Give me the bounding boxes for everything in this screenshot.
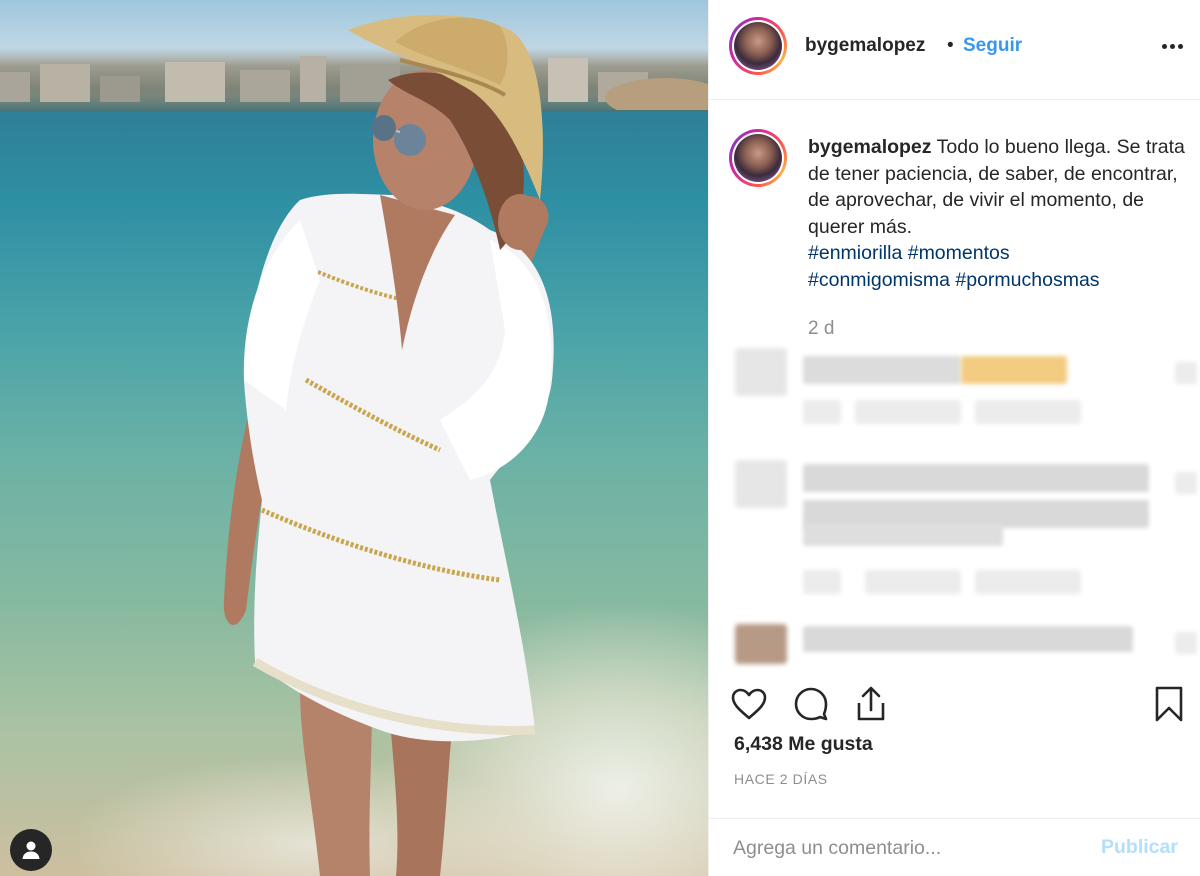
comment-bar: Publicar: [709, 818, 1200, 876]
comment-meta-blurred: [975, 400, 1081, 424]
comment-avatar[interactable]: [735, 624, 787, 664]
comment-meta-blurred: [975, 570, 1081, 594]
comment-input[interactable]: [733, 833, 1073, 863]
post-timestamp: HACE 2 DÍAS: [734, 771, 828, 787]
hashtag-link[interactable]: #enmiorilla: [808, 242, 902, 264]
comment-avatar[interactable]: [735, 460, 787, 508]
comment-bubble-icon[interactable]: [791, 684, 831, 724]
comment-line-blurred: [803, 626, 1133, 652]
caption-age: 2 d: [808, 318, 835, 339]
hashtag-list: #enmiorilla #momentos #conmigomisma #por…: [808, 240, 1186, 293]
more-options-icon[interactable]: [1157, 33, 1187, 59]
profile-avatar[interactable]: [729, 17, 787, 75]
comment-meta-blurred: [803, 570, 841, 594]
comment-line-blurred: [803, 464, 1149, 492]
comment-meta-blurred: [803, 400, 841, 424]
header-username[interactable]: bygemalopez: [805, 35, 925, 57]
caption-username[interactable]: bygemalopez: [808, 136, 932, 158]
comment-like-blurred[interactable]: [1175, 632, 1197, 654]
post-sidebar: bygemalopez • Seguir bygemalopez Todo lo…: [708, 0, 1200, 876]
comment-meta-blurred: [855, 400, 961, 424]
bookmark-icon[interactable]: [1149, 684, 1189, 724]
follow-button[interactable]: Seguir: [963, 35, 1022, 57]
comment-like-blurred[interactable]: [1175, 362, 1197, 384]
caption-avatar[interactable]: [729, 129, 787, 187]
woman-figure: [223, 15, 554, 876]
post-photo[interactable]: [0, 0, 708, 876]
hashtag-link[interactable]: #momentos: [908, 242, 1010, 264]
comment-meta-blurred: [865, 570, 961, 594]
separator-dot: •: [947, 35, 954, 56]
publish-button[interactable]: Publicar: [1101, 836, 1178, 859]
comment-line-blurred: [803, 524, 1003, 546]
share-icon[interactable]: [851, 684, 891, 724]
heart-icon[interactable]: [729, 684, 769, 724]
hashtag-link[interactable]: #pormuchosmas: [955, 269, 1099, 291]
comment-emoji-blurred: [961, 356, 1067, 384]
post-header: bygemalopez • Seguir: [709, 0, 1200, 100]
hashtag-link[interactable]: #conmigomisma: [808, 269, 950, 291]
likes-count[interactable]: 6,438 Me gusta: [734, 733, 873, 756]
comment-avatar[interactable]: [735, 348, 787, 396]
avatar-image: [734, 22, 782, 70]
post-caption: bygemalopez Todo lo bueno llega. Se trat…: [808, 134, 1186, 293]
tagged-users-button[interactable]: [10, 829, 52, 871]
avatar-image: [734, 134, 782, 182]
comment-like-blurred[interactable]: [1175, 472, 1197, 494]
comment-line-blurred: [803, 356, 961, 384]
user-icon: [22, 841, 40, 859]
action-bar: [709, 676, 1200, 732]
